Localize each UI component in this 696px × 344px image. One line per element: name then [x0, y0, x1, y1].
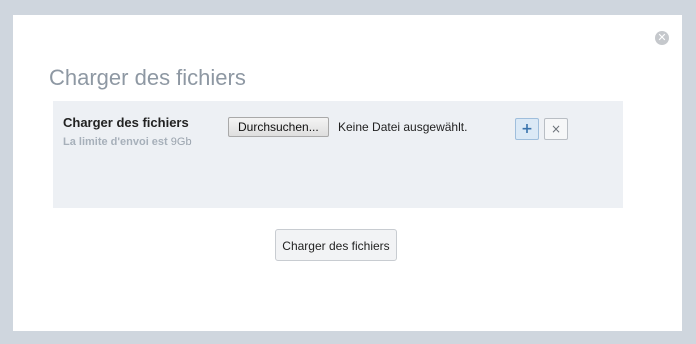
upload-limit-hint: La limite d'envoi est 9Gb	[63, 136, 192, 148]
upload-panel: Charger des fichiers La limite d'envoi e…	[53, 101, 623, 208]
upload-limit-text: La limite d'envoi est	[63, 136, 168, 148]
remove-row-icon[interactable]: ×	[544, 118, 568, 140]
browse-button[interactable]: Durchsuchen...	[228, 117, 329, 137]
upload-field-label: Charger des fichiers	[63, 115, 189, 130]
upload-submit-button[interactable]: Charger des fichiers	[275, 229, 397, 261]
dialog-title: Charger des fichiers	[49, 65, 246, 90]
file-status-text: Keine Datei ausgewählt.	[338, 120, 468, 134]
upload-limit-value: 9Gb	[170, 136, 192, 148]
plus-icon[interactable]: +	[515, 118, 539, 140]
close-icon[interactable]: ✕	[655, 31, 669, 45]
upload-dialog: ✕ Charger des fichiers Charger des fichi…	[13, 15, 682, 331]
